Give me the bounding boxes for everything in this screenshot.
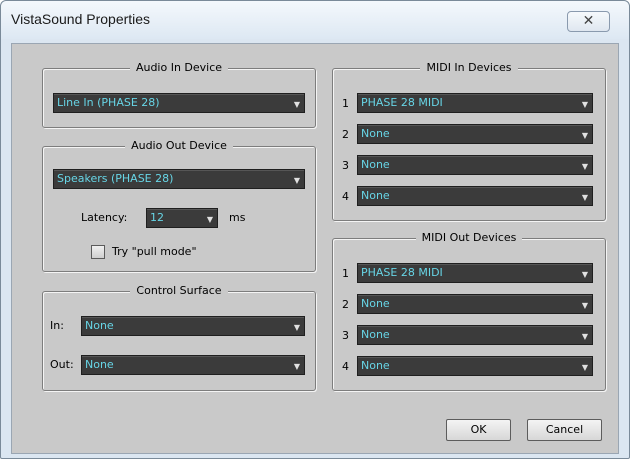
- midi-in-dropdown-4[interactable]: None ▼: [357, 186, 593, 206]
- midi-out-dropdown-1[interactable]: PHASE 28 MIDI ▼: [357, 263, 593, 283]
- control-in-value: None: [85, 319, 114, 332]
- midi-in-row-number: 1: [342, 97, 349, 110]
- midi-out-legend: MIDI Out Devices: [415, 231, 523, 244]
- chevron-down-icon: ▼: [581, 100, 588, 109]
- midi-out-dropdown-2[interactable]: None ▼: [357, 294, 593, 314]
- latency-dropdown[interactable]: 12 ▼: [146, 208, 218, 228]
- audio-in-group: Audio In Device Line In (PHASE 28) ▼: [42, 61, 316, 128]
- control-out-label: Out:: [50, 358, 74, 371]
- midi-in-row-number: 3: [342, 159, 349, 172]
- midi-out-row-number: 3: [342, 329, 349, 342]
- chevron-down-icon: ▼: [581, 162, 588, 171]
- midi-out-row-number: 4: [342, 360, 349, 373]
- cancel-button[interactable]: Cancel: [527, 419, 602, 441]
- title-bar[interactable]: VistaSound Properties ✕: [1, 1, 629, 39]
- midi-out-dropdown-4[interactable]: None ▼: [357, 356, 593, 376]
- midi-in-legend: MIDI In Devices: [420, 61, 518, 74]
- latency-unit: ms: [229, 211, 246, 224]
- control-out-dropdown[interactable]: None ▼: [81, 355, 305, 375]
- chevron-down-icon: ▼: [581, 131, 588, 140]
- midi-in-value-1: PHASE 28 MIDI: [361, 96, 443, 109]
- audio-in-value: Line In (PHASE 28): [57, 96, 160, 109]
- chevron-down-icon: ▼: [581, 363, 588, 372]
- properties-dialog: VistaSound Properties ✕ Audio In Device …: [0, 0, 630, 459]
- pull-mode-label[interactable]: Try "pull mode": [112, 245, 197, 259]
- audio-in-dropdown[interactable]: Line In (PHASE 28) ▼: [53, 93, 305, 113]
- control-in-dropdown[interactable]: None ▼: [81, 316, 305, 336]
- midi-out-dropdown-3[interactable]: None ▼: [357, 325, 593, 345]
- midi-in-row-number: 2: [342, 128, 349, 141]
- midi-in-value-2: None: [361, 127, 390, 140]
- midi-out-value-4: None: [361, 359, 390, 372]
- midi-in-value-4: None: [361, 189, 390, 202]
- chevron-down-icon: ▼: [581, 193, 588, 202]
- pull-mode-checkbox[interactable]: [91, 245, 105, 259]
- control-surface-legend: Control Surface: [130, 284, 228, 297]
- dialog-client-area: Audio In Device Line In (PHASE 28) ▼ Aud…: [11, 43, 619, 454]
- audio-in-legend: Audio In Device: [129, 61, 229, 74]
- chevron-down-icon: ▼: [293, 323, 300, 332]
- midi-out-value-1: PHASE 28 MIDI: [361, 266, 443, 279]
- control-surface-group: Control Surface In: None ▼ Out: None ▼: [42, 284, 316, 391]
- chevron-down-icon: ▼: [293, 176, 300, 185]
- audio-out-value: Speakers (PHASE 28): [57, 172, 174, 185]
- chevron-down-icon: ▼: [206, 215, 213, 224]
- midi-out-value-2: None: [361, 297, 390, 310]
- midi-in-dropdown-3[interactable]: None ▼: [357, 155, 593, 175]
- midi-out-row-number: 1: [342, 267, 349, 280]
- control-in-label: In:: [50, 319, 64, 332]
- control-out-value: None: [85, 358, 114, 371]
- midi-in-dropdown-2[interactable]: None ▼: [357, 124, 593, 144]
- close-icon: ✕: [582, 13, 595, 29]
- chevron-down-icon: ▼: [293, 362, 300, 371]
- chevron-down-icon: ▼: [581, 332, 588, 341]
- midi-in-dropdown-1[interactable]: PHASE 28 MIDI ▼: [357, 93, 593, 113]
- chevron-down-icon: ▼: [581, 301, 588, 310]
- chevron-down-icon: ▼: [293, 100, 300, 109]
- midi-in-row-number: 4: [342, 190, 349, 203]
- midi-in-group: MIDI In Devices 1 PHASE 28 MIDI ▼ 2 None…: [332, 61, 606, 221]
- audio-out-legend: Audio Out Device: [125, 139, 233, 152]
- audio-out-group: Audio Out Device Speakers (PHASE 28) ▼ L…: [42, 139, 316, 272]
- midi-out-group: MIDI Out Devices 1 PHASE 28 MIDI ▼ 2 Non…: [332, 231, 606, 391]
- audio-out-dropdown[interactable]: Speakers (PHASE 28) ▼: [53, 169, 305, 189]
- latency-label: Latency:: [81, 211, 128, 224]
- ok-button[interactable]: OK: [446, 419, 511, 441]
- close-button[interactable]: ✕: [567, 11, 610, 32]
- midi-out-row-number: 2: [342, 298, 349, 311]
- window-title: VistaSound Properties: [11, 11, 151, 27]
- midi-in-value-3: None: [361, 158, 390, 171]
- latency-value: 12: [150, 211, 164, 224]
- chevron-down-icon: ▼: [581, 270, 588, 279]
- midi-out-value-3: None: [361, 328, 390, 341]
